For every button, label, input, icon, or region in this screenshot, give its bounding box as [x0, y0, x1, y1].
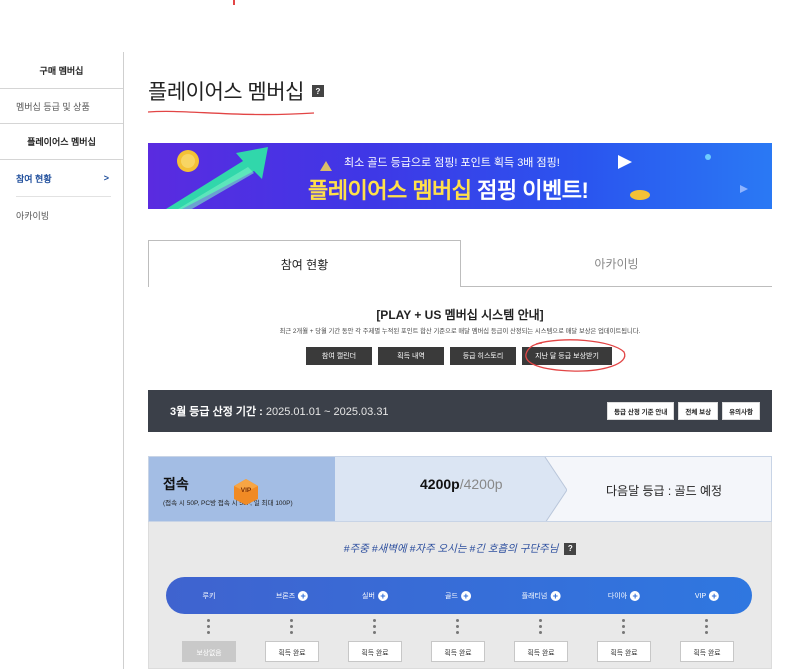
points-total: /4200p — [459, 476, 503, 492]
history-earned-button[interactable]: 획득 내역 — [378, 347, 444, 365]
tab-participation[interactable]: 참여 현황 — [148, 240, 461, 287]
grade-label: 루키 — [202, 593, 216, 600]
guide-description: 최근 2개월 + 당월 기간 동안 각 주제별 누적된 포인트 합산 기준으로 … — [279, 328, 641, 335]
grade-step[interactable]: 실버 + — [362, 589, 388, 603]
user-hashtags: #주중 #새벽에 #자주 오시는 #긴 호흡의 구단주님 — [343, 543, 559, 555]
connector-dots — [290, 619, 294, 637]
reward-complete-button[interactable]: 획득 완료 — [514, 641, 568, 662]
chevron-right-icon: > — [103, 173, 109, 183]
reward-complete-button[interactable]: 획득 완료 — [265, 641, 319, 662]
period-label: 3월 등급 산정 기간 : — [170, 406, 266, 418]
grade-step[interactable]: 다이아 + — [607, 589, 641, 603]
sidebar-item-participation[interactable]: 참여 현황 > — [0, 160, 123, 196]
banner-main-text: 플레이어스 멤버십 점핑 이벤트! — [308, 173, 589, 205]
grade-label: 브론즈 — [275, 593, 296, 600]
banner-top-text: 최소 골드 등급으로 점핑! 포인트 획득 3배 점핑! — [344, 157, 560, 169]
grade-label: 플래티넘 — [521, 593, 548, 600]
grade-label: 다이아 — [607, 593, 628, 600]
plus-icon[interactable]: + — [630, 591, 641, 601]
status-note: (접속 시 50P, PC방 접속 시 50P, 일 최대 100P) — [163, 500, 293, 507]
guide-title: [PLAY + US 멤버십 시스템 안내] — [376, 308, 544, 322]
event-banner[interactable]: 최소 골드 등급으로 점핑! 포인트 획득 3배 점핑! 플레이어스 멤버십 점… — [148, 143, 772, 209]
connector-dots — [373, 619, 377, 637]
help-icon[interactable]: ? — [311, 85, 324, 97]
grade-step[interactable]: VIP + — [694, 589, 720, 603]
grade-step[interactable]: 플래티넘 + — [522, 589, 561, 603]
reward-complete-button[interactable]: 획득 완료 — [597, 641, 651, 662]
annotation-tick — [233, 0, 235, 5]
hashtag-row: #주중 #새벽에 #자주 오시는 #긴 호흡의 구단주님 ? — [148, 541, 772, 556]
plus-icon[interactable]: + — [298, 591, 309, 601]
connector-dots — [456, 619, 460, 637]
sidebar-item-participation-label: 참여 현황 — [16, 173, 52, 184]
plus-icon[interactable]: + — [460, 591, 471, 601]
grade-label: VIP — [694, 592, 707, 600]
plus-icon[interactable]: + — [550, 591, 561, 601]
connector-dots — [705, 619, 709, 637]
period-dates: 2025.01.01 ~ 2025.03.31 — [265, 406, 389, 418]
sidebar-header-places: 플레이어스 멤버십 — [0, 124, 123, 160]
grade-label: 골드 — [445, 593, 458, 600]
all-rewards-button[interactable]: 전체 보상 — [678, 402, 719, 420]
annotation-circle — [525, 339, 626, 372]
grade-history-button[interactable]: 등급 히스토리 — [450, 347, 516, 365]
connector-dots — [539, 619, 543, 637]
no-reward-button: 보상없음 — [182, 641, 236, 662]
period-button-group: 등급 산정 기준 안내 전체 보상 유의사항 — [607, 402, 760, 420]
grade-step[interactable]: 골드 + — [445, 589, 471, 603]
page-title: 플레이어스 멤버십 — [148, 81, 304, 104]
points-current: 4200p — [420, 476, 460, 492]
grade-criteria-button[interactable]: 등급 산정 기준 안내 — [607, 402, 675, 420]
help-icon[interactable]: ? — [564, 542, 577, 555]
sidebar-item-archive[interactable]: 아카이빙 — [0, 197, 123, 233]
plus-icon[interactable]: + — [709, 591, 720, 601]
grade-label: 실버 — [362, 593, 375, 600]
points-value: 4200p/4200p — [420, 476, 503, 492]
annotation-underline — [147, 110, 315, 116]
calendar-button[interactable]: 참여 캘린더 — [306, 347, 372, 365]
period-bar: 3월 등급 산정 기간 : 2025.01.01 ~ 2025.03.31 등급… — [148, 390, 772, 432]
reward-complete-button[interactable]: 획득 완료 — [431, 641, 485, 662]
period-text: 3월 등급 산정 기간 : 2025.01.01 ~ 2025.03.31 — [170, 403, 389, 419]
banner-main-highlight: 플레이어스 멤버십 — [308, 178, 472, 203]
sidebar: 구매 멤버십 멤버십 등급 및 상품 플레이어스 멤버십 참여 현황 > 아카이… — [0, 52, 124, 669]
page-title-wrap: 플레이어스 멤버십 ? — [148, 76, 324, 106]
notice-button[interactable]: 유의사항 — [722, 402, 760, 420]
tab-archive[interactable]: 아카이빙 — [461, 240, 772, 287]
vip-badge-label: VIP — [240, 487, 252, 494]
status-name: 접속 — [163, 476, 189, 492]
grade-step[interactable]: 브론즈 + — [275, 589, 309, 603]
grade-step[interactable]: 루키 — [203, 589, 216, 603]
banner-main-rest: 점핑 이벤트! — [471, 178, 589, 203]
page: 구매 멤버십 멤버십 등급 및 상품 플레이어스 멤버십 참여 현황 > 아카이… — [0, 0, 800, 669]
connector-dots — [207, 619, 211, 637]
sidebar-header-purchase: 구매 멤버십 — [39, 65, 84, 76]
sidebar-item-grade-goods[interactable]: 멤버십 등급 및 상품 — [0, 88, 123, 124]
connector-dots — [622, 619, 626, 637]
reward-complete-button[interactable]: 획득 완료 — [680, 641, 734, 662]
plus-icon[interactable]: + — [377, 591, 388, 601]
reward-complete-button[interactable]: 획득 완료 — [348, 641, 402, 662]
next-month-grade: 다음달 등급 : 골드 예정 — [606, 484, 723, 498]
